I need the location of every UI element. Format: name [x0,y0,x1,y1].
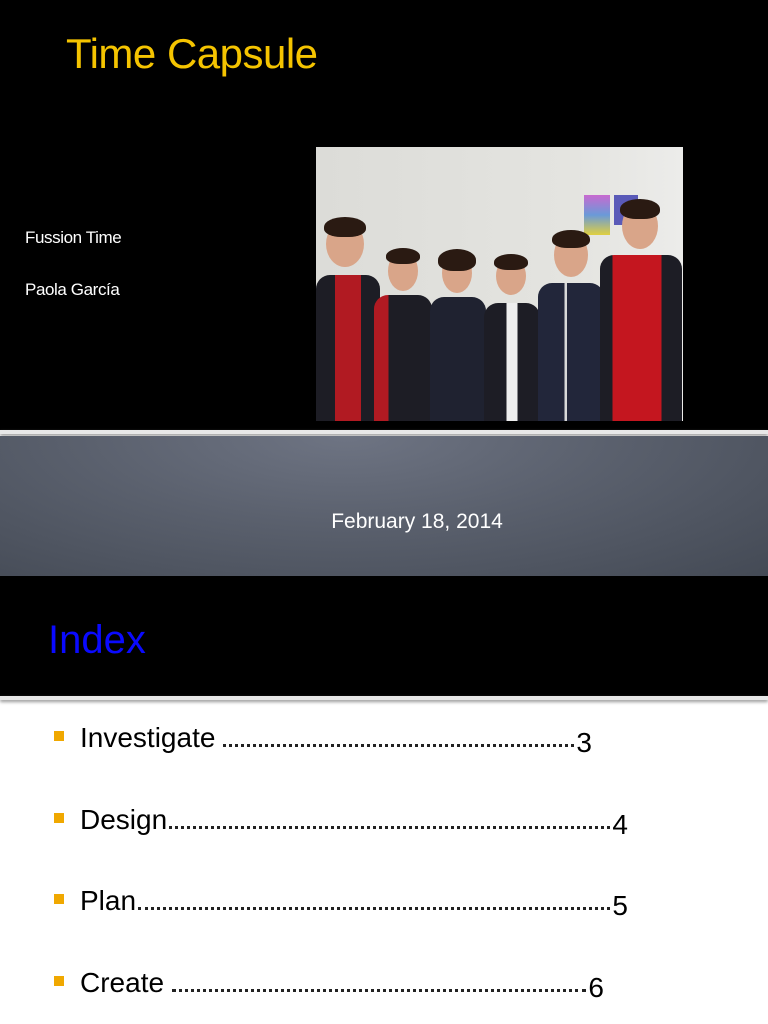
bullet-icon [54,813,64,823]
index-slide-header: Index [0,576,768,696]
presentation-date: February 18, 2014 [331,510,503,533]
person [316,217,380,421]
slide-divider [0,430,768,434]
person [430,249,486,421]
slide-divider [0,696,768,700]
index-item-page: 5 [612,890,628,921]
person [600,199,682,421]
dot-leader [223,744,575,747]
bullet-icon [54,731,64,741]
author-name: Paola García [25,280,120,299]
dot-leader [172,989,587,992]
title-slide: Time Capsule Fussion Time Paola García [0,0,768,430]
team-name: Fussion Time [25,228,122,247]
index-heading: Index [48,618,146,662]
dot-leader [138,907,611,910]
group-photo [316,147,683,421]
index-item-page: 4 [612,809,628,840]
bullet-icon [54,976,64,986]
index-item-create: Create 6 [54,967,604,1003]
person [484,254,540,421]
index-item-page: 6 [588,972,604,1003]
person [538,230,604,421]
index-item-investigate: Investigate 3 [54,722,592,758]
person [374,248,432,421]
index-item-plan: Plan 5 [54,885,628,921]
dot-leader [169,826,611,829]
index-item-design: Design 4 [54,804,628,840]
date-slide: February 18, 2014 [0,436,768,576]
index-item-label: Plan [80,885,137,916]
slide-title: Time Capsule [66,30,318,77]
index-item-label: Design [80,804,168,835]
index-item-label: Investigate [80,722,216,753]
index-item-page: 3 [576,727,592,758]
bullet-icon [54,894,64,904]
index-item-label: Create [80,967,165,998]
